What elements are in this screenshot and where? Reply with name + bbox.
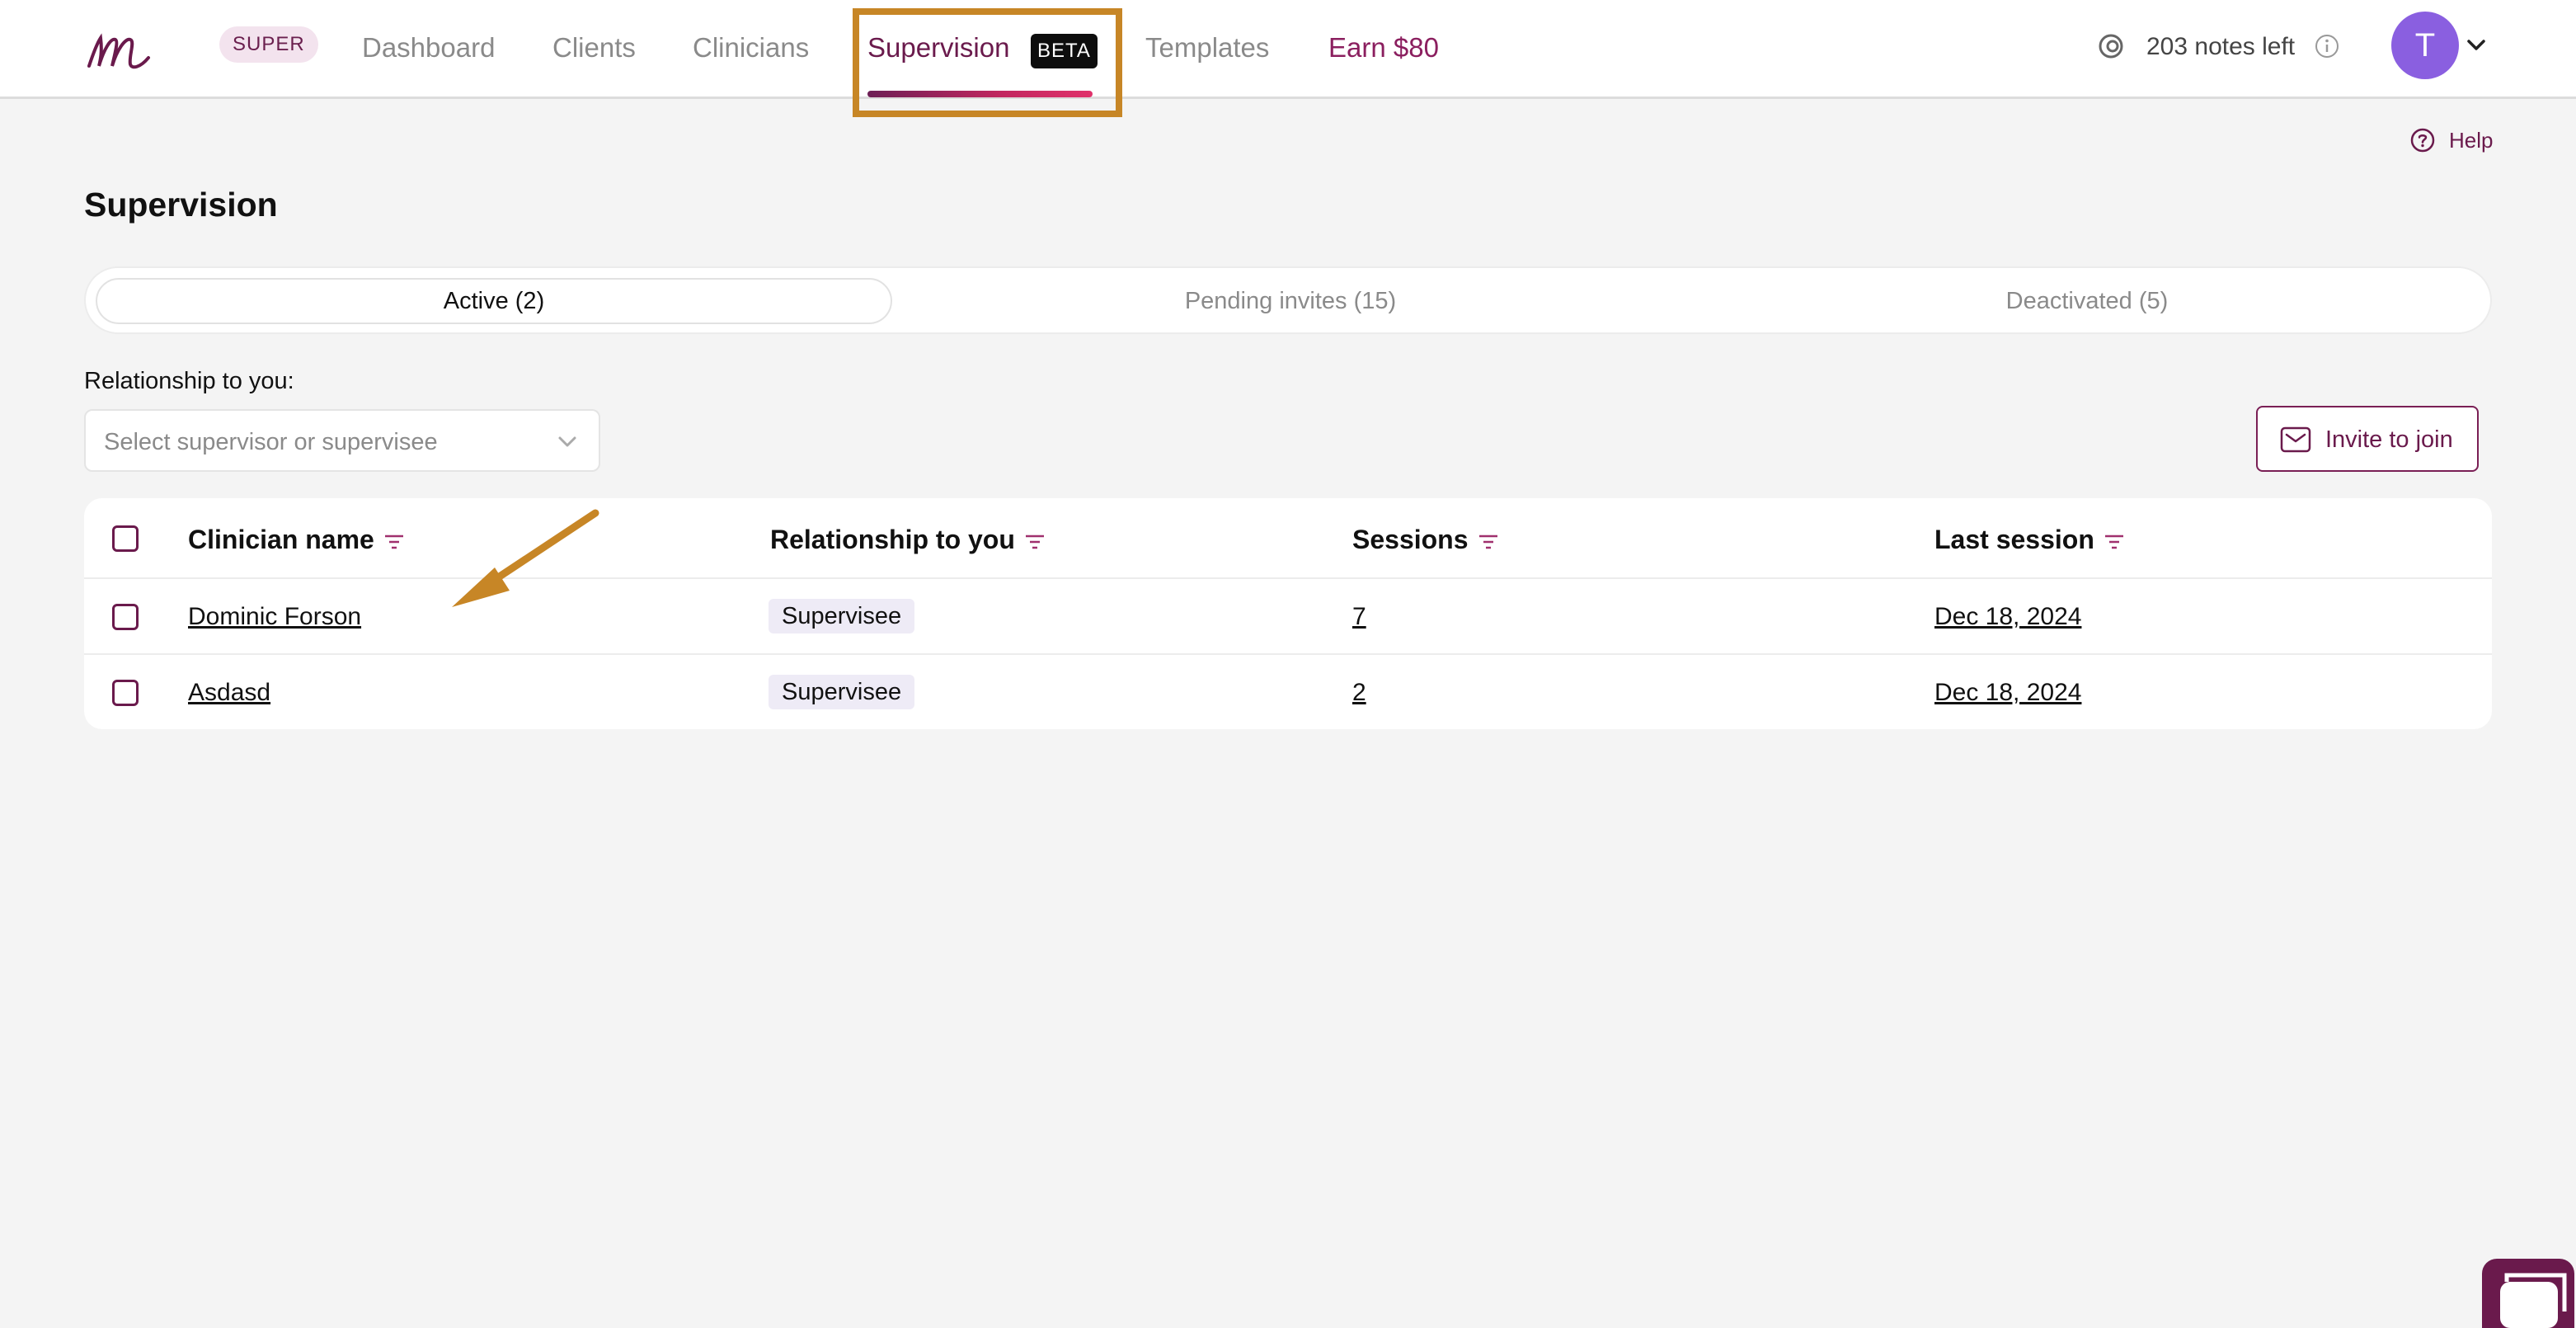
filter-icon[interactable] [2103,533,2126,551]
relationship-tag: Supervisee [769,599,915,633]
top-nav-bar: SUPER Dashboard Clients Clinicians Super… [0,0,2576,99]
super-badge: SUPER [219,26,318,63]
notes-icon [2099,34,2123,59]
row-checkbox[interactable] [112,680,139,706]
clinician-name-link[interactable]: Dominic Forson [188,600,361,633]
column-header-last-session[interactable]: Last session [1934,523,2126,556]
annotation-arrow-icon [452,509,599,607]
column-header-sessions[interactable]: Sessions [1352,523,1500,556]
row-checkbox[interactable] [112,604,139,630]
sessions-link[interactable]: 2 [1352,676,1366,709]
nav-dashboard[interactable]: Dashboard [362,30,495,66]
annotation-highlight-box [853,8,1122,117]
nav-earn[interactable]: Earn $80 [1328,30,1439,66]
status-tabs: Active (2) Pending invites (15) Deactiva… [84,266,2492,334]
clinician-name-link[interactable]: Asdasd [188,676,270,709]
nav-templates[interactable]: Templates [1145,30,1269,66]
relationship-select-placeholder: Select supervisor or supervisee [104,429,438,455]
tab-active[interactable]: Active (2) [96,278,892,324]
chevron-down-icon[interactable] [2464,35,2489,54]
column-header-clinician-name[interactable]: Clinician name [188,523,406,556]
column-label: Last session [1934,525,2094,554]
info-icon[interactable] [2314,33,2340,59]
filter-icon[interactable] [383,533,406,551]
notes-left-count: 203 notes left [2146,33,2296,60]
mail-icon [2280,426,2311,453]
help-label: Help [2449,128,2494,153]
filter-icon[interactable] [1023,533,1046,551]
page-title: Supervision [84,186,278,224]
relationship-select[interactable]: Select supervisor or supervisee [84,409,600,472]
column-label: Relationship to you [770,525,1015,554]
table-row: Asdasd Supervisee 2 Dec 18, 2024 [84,655,2492,729]
invite-to-join-button[interactable]: Invite to join [2256,406,2479,472]
help-icon [2410,128,2435,153]
nav-clinicians[interactable]: Clinicians [693,30,809,66]
filter-icon[interactable] [1477,533,1500,551]
column-label: Sessions [1352,525,1469,554]
relationship-filter-label: Relationship to you: [84,368,294,394]
relationship-tag: Supervisee [769,675,915,709]
chat-icon [2500,1273,2567,1328]
sessions-link[interactable]: 7 [1352,600,1366,633]
chevron-down-icon [558,436,576,447]
logo-icon[interactable] [82,18,157,76]
chat-widget-button[interactable] [2482,1259,2574,1328]
last-session-link[interactable]: Dec 18, 2024 [1934,600,2081,633]
avatar[interactable]: T [2391,12,2459,79]
invite-label: Invite to join [2325,426,2453,453]
last-session-link[interactable]: Dec 18, 2024 [1934,676,2081,709]
nav-clients[interactable]: Clients [552,30,636,66]
tab-pending-invites[interactable]: Pending invites (15) [892,278,1689,324]
tab-deactivated[interactable]: Deactivated (5) [1689,278,2485,324]
column-label: Clinician name [188,525,374,554]
select-all-checkbox[interactable] [112,525,139,552]
column-header-relationship[interactable]: Relationship to you [770,523,1046,556]
